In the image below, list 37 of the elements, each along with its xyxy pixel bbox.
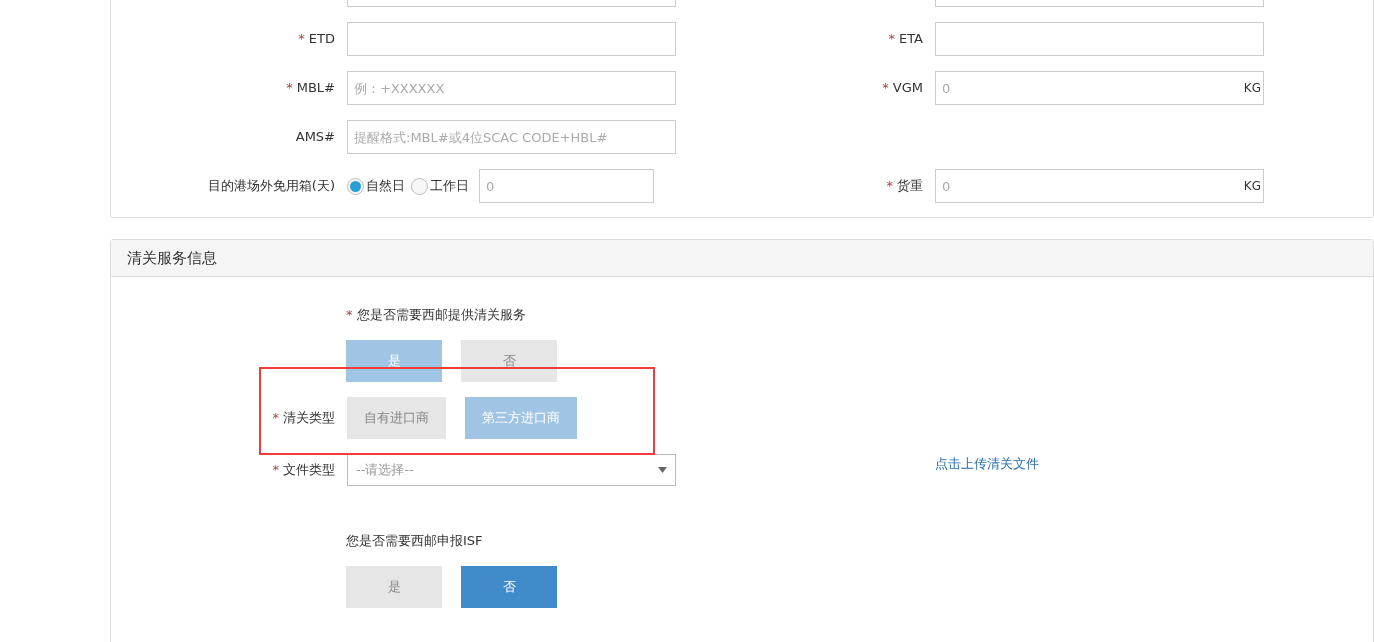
field-label: MBL# — [296, 79, 335, 98]
unit-label: KG — [1243, 80, 1261, 96]
field-label: ETD — [308, 30, 335, 49]
required-asterisk: * — [346, 306, 353, 325]
required-asterisk: * — [272, 461, 279, 480]
radio-label: 自然日 — [366, 177, 405, 196]
section-title: 清关服务信息 — [127, 247, 217, 269]
field-label: 货重 — [897, 177, 923, 196]
select-placeholder: --请选择-- — [356, 461, 414, 480]
question-text: 您是否需要西邮提供清关服务 — [356, 306, 526, 325]
text-field[interactable]: 例：+XXXXXX — [347, 71, 676, 105]
caret-icon — [658, 467, 667, 473]
required-asterisk: * — [286, 79, 293, 98]
field-label: 文件类型 — [283, 461, 335, 480]
required-asterisk: * — [882, 79, 889, 98]
text-field[interactable] — [347, 22, 676, 56]
required-asterisk: * — [298, 30, 305, 49]
field-label: 清关类型 — [283, 409, 335, 428]
required-asterisk: * — [272, 409, 279, 428]
text-field[interactable]: 提醒格式:MBL#或4位SCAC CODE+HBL# — [347, 120, 676, 154]
field-label: 目的港场外免用箱(天) — [207, 177, 335, 196]
field-label: VGM — [892, 79, 923, 98]
required-asterisk: * — [888, 30, 895, 49]
radio-button[interactable] — [411, 177, 428, 195]
required-asterisk: * — [886, 177, 893, 196]
question-text: 您是否需要西邮申报ISF — [346, 532, 483, 551]
upload-link[interactable]: 点击上传清关文件 — [935, 454, 1039, 474]
option-button[interactable]: 否 — [461, 566, 557, 608]
text-field[interactable] — [935, 22, 1264, 56]
field-label: ETA — [898, 30, 923, 49]
radio-button[interactable] — [347, 177, 364, 195]
number-field[interactable]: 0 — [479, 169, 654, 203]
radio-label: 工作日 — [430, 177, 469, 196]
option-button[interactable]: 是 — [346, 566, 442, 608]
field-label: AMS# — [295, 128, 335, 147]
select-dropdown[interactable]: --请选择-- — [347, 454, 676, 486]
unit-label: KG — [1243, 178, 1261, 194]
